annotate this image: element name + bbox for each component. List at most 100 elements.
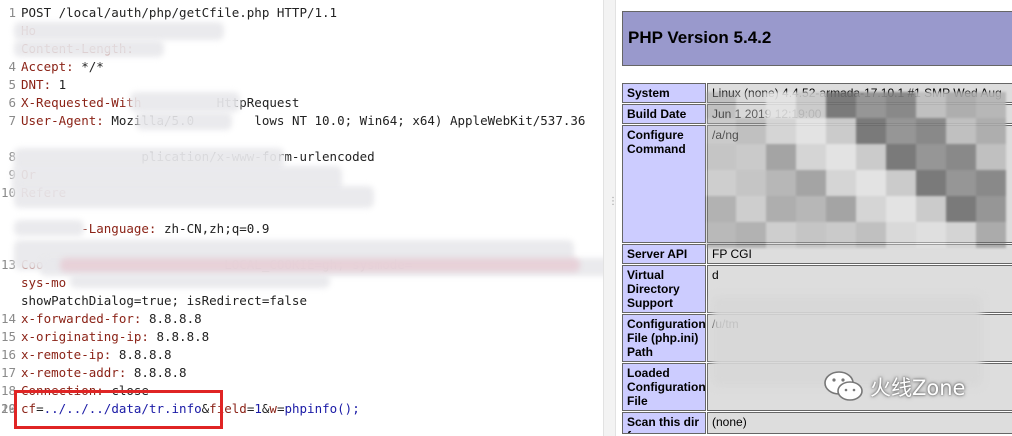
watermark-text: 火线Zone	[870, 376, 966, 400]
param-value: 1	[254, 401, 262, 416]
redaction-blur	[14, 186, 374, 208]
mosaic-cell	[766, 118, 796, 144]
mosaic-cell	[856, 144, 886, 170]
mosaic-cell	[886, 118, 916, 144]
header-name: x-remote-addr:	[21, 365, 127, 380]
line-text: x-forwarded-for: 8.8.8.8	[21, 310, 202, 328]
watermark: 火线Zone	[822, 366, 992, 406]
mosaic-cell	[736, 196, 766, 222]
request-line[interactable]: 14 x-forwarded-for: 8.8.8.8	[0, 310, 603, 328]
mosaic-redaction	[706, 92, 1006, 248]
mosaic-cell	[856, 118, 886, 144]
mosaic-cell	[736, 170, 766, 196]
mosaic-cell	[766, 222, 796, 248]
wechat-icon	[824, 371, 863, 401]
mosaic-cell	[916, 196, 946, 222]
line-number: 15	[0, 329, 16, 344]
mosaic-cell	[796, 144, 826, 170]
mosaic-cell	[736, 144, 766, 170]
header-name: x-forwarded-for:	[21, 311, 142, 326]
phpinfo-value: (none)	[707, 412, 1012, 434]
php-version-header: PHP Version 5.4.2	[622, 11, 1012, 66]
phpinfo-key: Configure Command	[622, 125, 706, 243]
line-number: 7	[8, 113, 16, 128]
redaction-blur	[130, 92, 240, 112]
mosaic-cell	[706, 196, 736, 222]
mosaic-cell	[766, 92, 796, 118]
redaction-blur	[14, 220, 84, 236]
phpinfo-row: Scan this dir for additional(none)	[622, 412, 1012, 434]
mosaic-cell	[976, 222, 1006, 248]
header-value: zh-CN,zh;q=0.9	[156, 221, 270, 236]
mosaic-cell	[796, 118, 826, 144]
mosaic-cell	[856, 170, 886, 196]
mosaic-cell	[886, 222, 916, 248]
phpinfo-key: System	[622, 83, 706, 103]
line-text: DNT: 1	[21, 76, 66, 94]
mosaic-cell	[796, 92, 826, 118]
line-number: 6	[8, 95, 16, 110]
request-line[interactable]: 6 X-Requested-With HttpRequest	[0, 94, 603, 112]
mosaic-cell	[946, 196, 976, 222]
line-text: User-Agent: Mozilla/5.0 lows NT 10.0; Wi…	[21, 112, 585, 130]
redaction-blur	[136, 112, 232, 130]
header-name: Accept:	[21, 59, 74, 74]
mosaic-cell	[826, 196, 856, 222]
mosaic-cell	[766, 196, 796, 222]
drag-handle-icon[interactable]: ⋮	[608, 197, 618, 214]
request-editor[interactable]: 1 POST /local/auth/php/getCfile.php HTTP/…	[0, 0, 603, 436]
param-value: phpinfo();	[284, 401, 360, 416]
header-value: */*	[73, 59, 104, 74]
line-text: x-remote-ip: 8.8.8.8	[21, 346, 172, 364]
mosaic-cell	[916, 118, 946, 144]
mosaic-cell	[946, 170, 976, 196]
mosaic-cell	[916, 222, 946, 248]
line-text: showPatchDialog=true; isRedirect=false	[21, 292, 307, 310]
line-text: sys-mo	[21, 274, 66, 292]
request-line[interactable]	[0, 130, 603, 148]
phpinfo-key: Virtual Directory Support	[622, 265, 706, 313]
mosaic-cell	[706, 170, 736, 196]
mosaic-cell	[946, 222, 976, 248]
mosaic-cell	[856, 222, 886, 248]
mosaic-cell	[826, 118, 856, 144]
header-value: showPatchDialog=true; isRedirect=false	[21, 293, 307, 308]
mosaic-cell	[976, 118, 1006, 144]
php-version-title: PHP Version 5.4.2	[628, 28, 772, 47]
mosaic-cell	[736, 222, 766, 248]
line-text: x-remote-addr: 8.8.8.8	[21, 364, 187, 382]
line-text: x-originating-ip: 8.8.8.8	[21, 328, 209, 346]
line-number: 5	[8, 77, 16, 92]
phpinfo-key: Scan this dir for additional	[622, 412, 706, 434]
request-line[interactable]: 4 Accept: */*	[0, 58, 603, 76]
mosaic-cell	[706, 118, 736, 144]
header-value: 8.8.8.8	[126, 365, 187, 380]
line-text: Accept: */*	[21, 58, 104, 76]
mosaic-cell	[706, 144, 736, 170]
mosaic-cell	[856, 92, 886, 118]
mosaic-cell	[796, 222, 826, 248]
request-line[interactable]: -Language: zh-CN,zh;q=0.9	[0, 220, 603, 238]
mosaic-cell	[976, 144, 1006, 170]
request-line[interactable]: 17 x-remote-addr: 8.8.8.8	[0, 364, 603, 382]
header-name: x-remote-ip:	[21, 347, 112, 362]
header-name: DNT:	[21, 77, 52, 92]
request-line[interactable]: 16 x-remote-ip: 8.8.8.8	[0, 346, 603, 364]
line-number: 4	[8, 59, 16, 74]
header-value: 8.8.8.8	[111, 347, 172, 362]
mosaic-cell	[946, 92, 976, 118]
request-line[interactable]: 7 User-Agent: Mozilla/5.0 lows NT 10.0; W…	[0, 112, 603, 130]
request-line[interactable]: 15 x-originating-ip: 8.8.8.8	[0, 328, 603, 346]
line-number: 1	[8, 5, 16, 20]
request-line[interactable]: showPatchDialog=true; isRedirect=false	[0, 292, 603, 310]
mosaic-cell	[826, 170, 856, 196]
phpinfo-key: Build Date	[622, 104, 706, 124]
line-number: 17	[0, 365, 16, 380]
mosaic-cell	[706, 222, 736, 248]
request-line[interactable]: 5 DNT: 1	[0, 76, 603, 94]
request-line[interactable]: 1 POST /local/auth/php/getCfile.php HTTP/…	[0, 4, 603, 22]
header-name: sys-mo	[21, 275, 67, 290]
mosaic-cell	[916, 170, 946, 196]
mosaic-cell	[826, 92, 856, 118]
pane-splitter[interactable]: ⋮	[603, 0, 618, 436]
